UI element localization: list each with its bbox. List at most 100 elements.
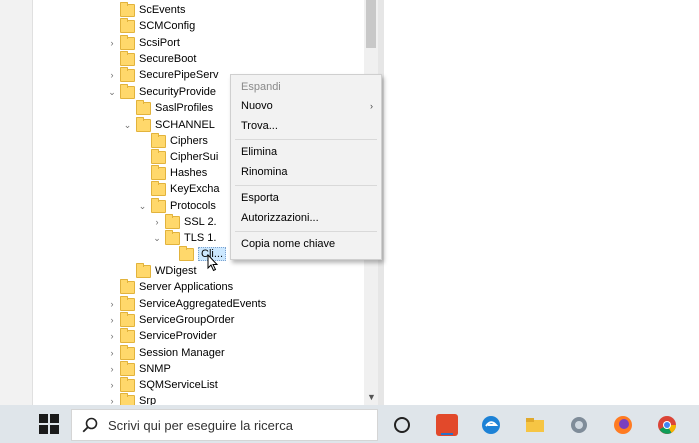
tree-node[interactable]: ⌄ Protocols bbox=[137, 197, 216, 214]
tree-node-label[interactable]: SecureBoot bbox=[139, 53, 196, 65]
tree-node-label[interactable]: Srp bbox=[139, 395, 156, 405]
expand-toggle-icon[interactable]: › bbox=[107, 364, 117, 374]
tree-node-label[interactable]: ServiceProvider bbox=[139, 330, 217, 342]
tree-node[interactable]: CipherSui bbox=[137, 148, 218, 165]
tree-node-label[interactable]: Server Applications bbox=[139, 281, 233, 293]
folder-icon bbox=[120, 1, 135, 17]
expand-toggle-icon[interactable]: › bbox=[107, 331, 117, 341]
tree-node[interactable]: › SSL 2. bbox=[152, 213, 217, 230]
file-explorer-icon[interactable] bbox=[524, 414, 546, 436]
folder-icon bbox=[120, 278, 135, 294]
tree-node-label[interactable]: ScsiPort bbox=[139, 37, 180, 49]
folder-icon bbox=[120, 34, 135, 50]
expand-toggle-icon[interactable]: › bbox=[107, 299, 117, 309]
expand-toggle-icon[interactable]: › bbox=[152, 217, 162, 227]
tree-node-label[interactable]: ScEvents bbox=[139, 4, 185, 16]
tree-node-label[interactable]: SecurePipeServ bbox=[139, 69, 219, 81]
tree-node-label[interactable]: ServiceGroupOrder bbox=[139, 314, 234, 326]
tree-node-label[interactable]: Ciphers bbox=[170, 135, 208, 147]
folder-icon bbox=[120, 327, 135, 343]
scrollbar-thumb[interactable] bbox=[366, 0, 376, 48]
expand-toggle-icon[interactable]: ⌄ bbox=[152, 233, 162, 244]
tree-node[interactable]: ScEvents bbox=[107, 1, 185, 18]
media-app-icon[interactable] bbox=[436, 414, 458, 436]
windows-start-icon[interactable] bbox=[39, 414, 59, 434]
menu-item-autorizzazioni[interactable]: Autorizzazioni... bbox=[241, 209, 373, 227]
expand-toggle-icon[interactable]: ⌄ bbox=[122, 120, 133, 131]
expand-toggle-icon[interactable]: › bbox=[107, 396, 117, 405]
folder-icon bbox=[151, 197, 166, 213]
tree-node[interactable]: SCMConfig bbox=[107, 17, 195, 34]
expand-toggle-icon[interactable]: ⌄ bbox=[107, 87, 117, 98]
tree-node[interactable]: › SQMServiceList bbox=[107, 376, 218, 393]
expand-toggle-icon[interactable]: ⌄ bbox=[137, 201, 148, 212]
tree-node[interactable]: › SNMP bbox=[107, 360, 171, 377]
context-menu[interactable]: Espandi Nuovo › Trova... Elimina Rinomina… bbox=[230, 74, 382, 260]
folder-icon bbox=[120, 360, 135, 376]
search-input[interactable] bbox=[108, 417, 368, 433]
menu-separator bbox=[235, 139, 377, 140]
folder-icon bbox=[120, 295, 135, 311]
tree-node-label[interactable]: SNMP bbox=[139, 363, 171, 375]
menu-separator bbox=[235, 185, 377, 186]
tree-node[interactable]: ⌄ SCHANNEL bbox=[122, 116, 215, 133]
expand-toggle-icon[interactable]: › bbox=[107, 380, 117, 390]
tree-node[interactable]: › Srp bbox=[107, 392, 156, 405]
values-pane[interactable] bbox=[384, 0, 699, 405]
tree-gutter bbox=[0, 0, 33, 405]
edge-icon[interactable] bbox=[480, 414, 502, 436]
tree-node-label[interactable]: KeyExcha bbox=[170, 183, 220, 195]
menu-item-elimina[interactable]: Elimina bbox=[241, 143, 373, 161]
tree-node[interactable]: › ServiceGroupOrder bbox=[107, 311, 234, 328]
tree-node-label[interactable]: WDigest bbox=[155, 265, 197, 277]
tree-node[interactable]: WDigest bbox=[122, 262, 197, 279]
tree-node[interactable]: › Session Manager bbox=[107, 344, 225, 361]
menu-separator bbox=[235, 231, 377, 232]
menu-item-copia-nome-chiave[interactable]: Copia nome chiave bbox=[241, 235, 373, 253]
folder-icon bbox=[120, 311, 135, 327]
scroll-down-arrow-icon[interactable]: ▼ bbox=[367, 391, 376, 403]
tree-node-label[interactable]: SCHANNEL bbox=[155, 119, 215, 131]
tree-node-label[interactable]: SecurityProvide bbox=[139, 86, 216, 98]
cortana-icon[interactable] bbox=[391, 414, 413, 436]
folder-icon bbox=[165, 229, 180, 245]
chrome-icon[interactable] bbox=[656, 414, 678, 436]
tree-node-label[interactable]: Protocols bbox=[170, 200, 216, 212]
network-app-icon[interactable] bbox=[568, 414, 590, 436]
taskbar-search-box[interactable] bbox=[71, 409, 378, 441]
tree-node[interactable]: SaslProfiles bbox=[122, 99, 213, 116]
tree-node[interactable]: Ciphers bbox=[137, 132, 208, 149]
tree-node-label[interactable]: SSL 2. bbox=[184, 216, 217, 228]
menu-item-rinomina[interactable]: Rinomina bbox=[241, 163, 373, 181]
tree-node-label[interactable]: SQMServiceList bbox=[139, 379, 218, 391]
folder-icon bbox=[151, 164, 166, 180]
tree-node[interactable]: SecureBoot bbox=[107, 50, 196, 67]
expand-toggle-icon[interactable]: › bbox=[107, 348, 117, 358]
tree-node-label[interactable]: TLS 1. bbox=[184, 232, 216, 244]
tree-node[interactable]: › ServiceProvider bbox=[107, 327, 217, 344]
tree-node[interactable]: Hashes bbox=[137, 164, 207, 181]
menu-item-esporta[interactable]: Esporta bbox=[241, 189, 373, 207]
menu-item-trova[interactable]: Trova... bbox=[241, 117, 373, 135]
tree-node-label[interactable]: SCMConfig bbox=[139, 20, 195, 32]
menu-item-nuovo[interactable]: Nuovo › bbox=[241, 97, 373, 115]
taskbar bbox=[0, 405, 699, 443]
tree-node[interactable]: › ServiceAggregatedEvents bbox=[107, 295, 266, 312]
expand-toggle-icon[interactable]: › bbox=[107, 315, 117, 325]
tree-node[interactable]: ⌄ TLS 1. bbox=[152, 229, 216, 246]
tree-node-label[interactable]: Session Manager bbox=[139, 347, 225, 359]
expand-toggle-icon[interactable]: › bbox=[107, 38, 117, 48]
folder-icon bbox=[120, 392, 135, 405]
tree-node-label[interactable]: CipherSui bbox=[170, 151, 218, 163]
tree-node-label[interactable]: SaslProfiles bbox=[155, 102, 213, 114]
tree-node-label[interactable]: ServiceAggregatedEvents bbox=[139, 298, 266, 310]
expand-toggle-icon[interactable]: › bbox=[107, 70, 117, 80]
firefox-icon[interactable] bbox=[612, 414, 634, 436]
menu-item-espandi[interactable]: Espandi bbox=[241, 78, 373, 96]
tree-node[interactable]: KeyExcha bbox=[137, 180, 220, 197]
tree-node[interactable]: › ScsiPort bbox=[107, 34, 180, 51]
tree-node-label[interactable]: Hashes bbox=[170, 167, 207, 179]
tree-node[interactable]: Server Applications bbox=[107, 278, 233, 295]
tree-node[interactable]: ⌄ SecurityProvide bbox=[107, 83, 216, 100]
tree-node[interactable]: › SecurePipeServ bbox=[107, 66, 219, 83]
